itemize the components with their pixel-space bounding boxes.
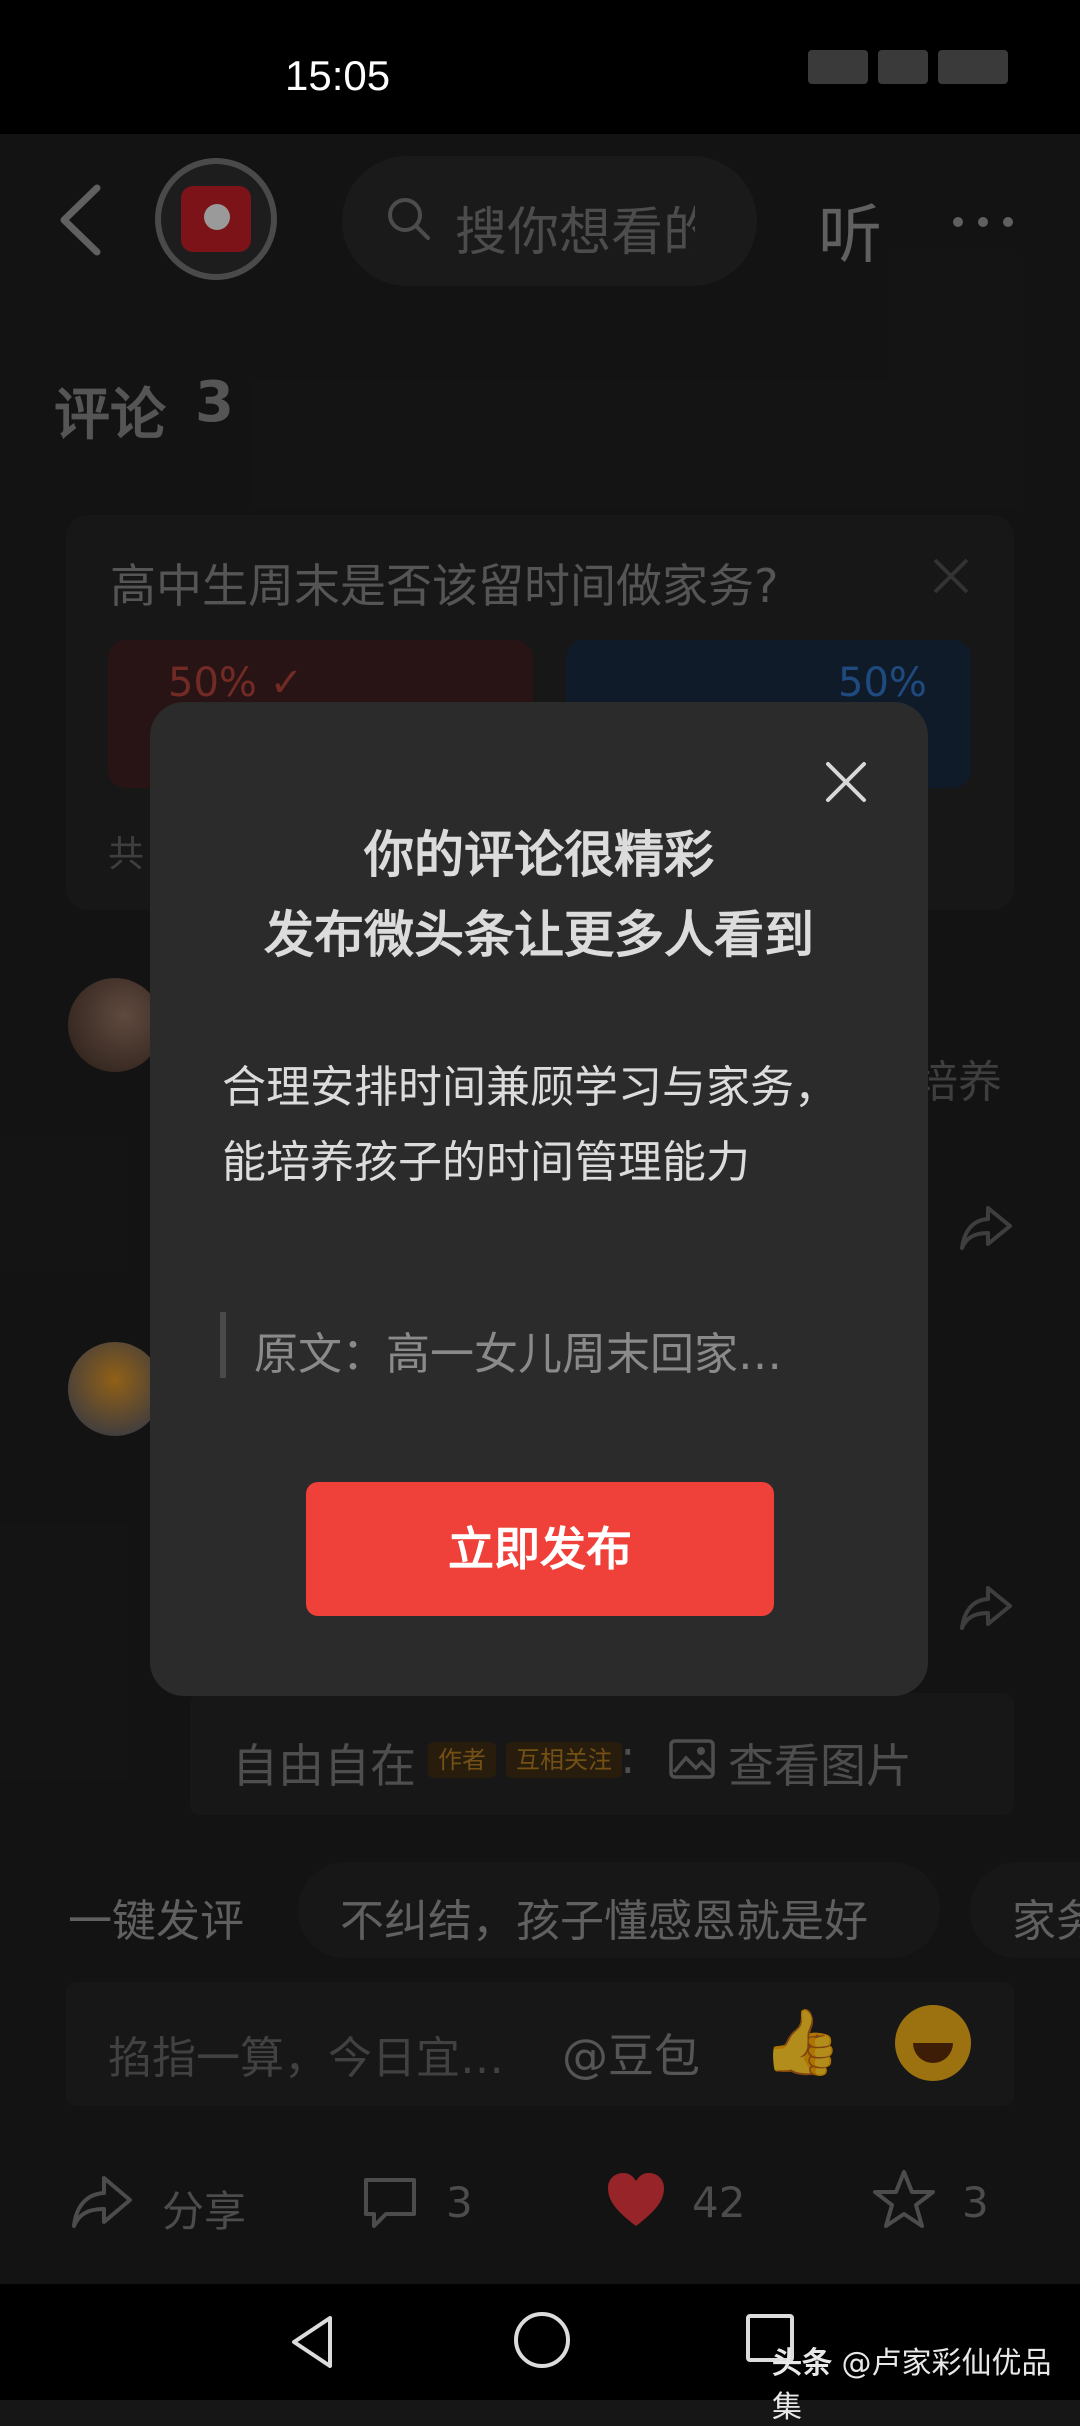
battery-icon — [938, 50, 1008, 84]
dialog-original-quote: 原文：高一女儿周末回家… — [254, 1329, 782, 1380]
dialog-title: 你的评论很精彩 — [364, 826, 714, 884]
wifi-icon — [878, 50, 928, 84]
watermark: 头条 @卢家彩仙优品集 — [772, 2338, 1080, 2426]
publish-now-label[interactable]: 立即发布 — [306, 1482, 774, 1616]
status-icons — [808, 50, 1048, 94]
dialog-comment-text: 合理安排时间兼顾学习与家务，能培养孩子的时间管理能力 — [222, 1062, 838, 1188]
status-time: 15:05 — [285, 52, 391, 99]
quote-bar — [220, 1312, 226, 1378]
nav-back-icon[interactable] — [286, 2312, 338, 2372]
nav-home-icon[interactable] — [514, 2312, 570, 2368]
dialog-subtitle: 发布微头条让更多人看到 — [264, 906, 814, 964]
watermark-brand: 头条 — [772, 2346, 832, 2381]
signal-icon — [808, 50, 868, 84]
close-icon[interactable] — [822, 758, 870, 806]
